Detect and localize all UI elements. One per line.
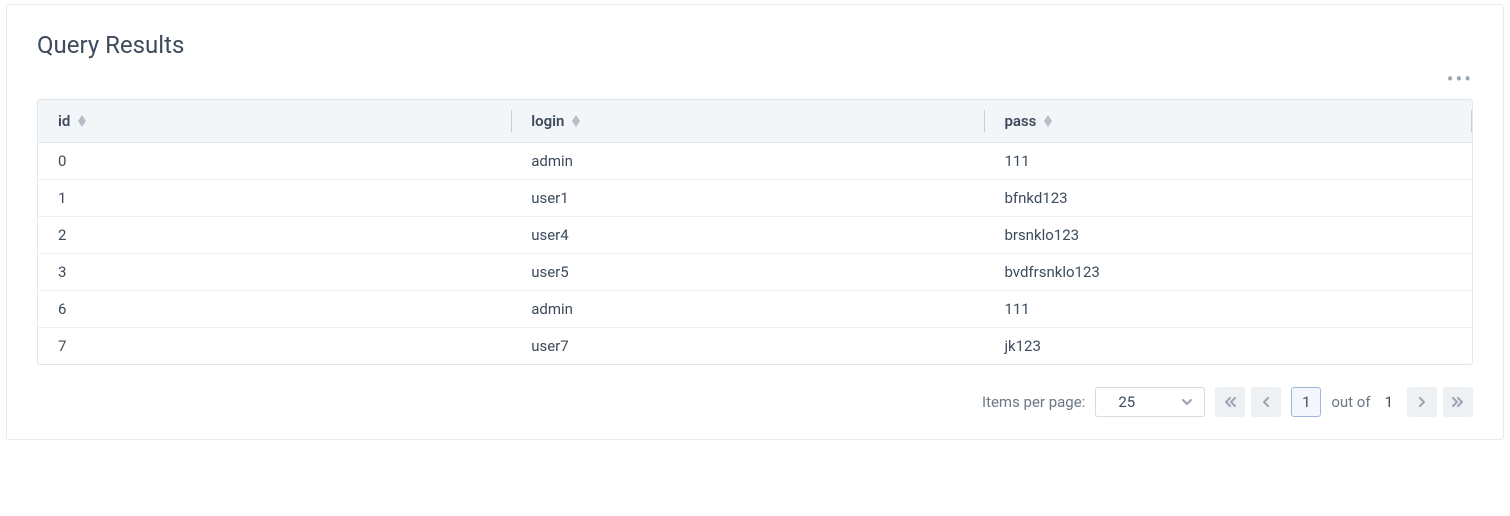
query-results-panel: Query Results ••• id <box>6 4 1504 440</box>
cell-id: 3 <box>38 254 511 291</box>
table-row: 1user1bfnkd123 <box>38 180 1472 217</box>
results-table: id login <box>38 100 1472 364</box>
chevron-right-icon <box>1416 395 1428 409</box>
cell-pass: bvdfrsnklo123 <box>984 254 1472 291</box>
table-row: 0admin111 <box>38 143 1472 180</box>
chevron-left-icon <box>1260 395 1272 409</box>
pagination: Items per page: 25 1 out of 1 <box>7 387 1473 417</box>
cell-id: 2 <box>38 217 511 254</box>
panel-actions-row: ••• <box>7 69 1503 89</box>
table-row: 7user7jk123 <box>38 328 1472 365</box>
cell-login: user1 <box>511 180 984 217</box>
cell-pass: 111 <box>984 143 1472 180</box>
items-per-page-select[interactable]: 25 <box>1095 387 1205 417</box>
table-row: 2user4brsnklo123 <box>38 217 1472 254</box>
items-per-page-label: Items per page: <box>982 393 1085 411</box>
sort-icon <box>1044 115 1052 127</box>
column-header-pass[interactable]: pass <box>984 100 1472 143</box>
cell-id: 6 <box>38 291 511 328</box>
column-label: id <box>58 112 70 130</box>
column-header-id[interactable]: id <box>38 100 511 143</box>
cell-pass: jk123 <box>984 328 1472 365</box>
last-page-button[interactable] <box>1443 387 1473 417</box>
cell-id: 0 <box>38 143 511 180</box>
cell-login: user4 <box>511 217 984 254</box>
cell-login: user5 <box>511 254 984 291</box>
prev-page-button[interactable] <box>1251 387 1281 417</box>
more-icon[interactable]: ••• <box>1447 69 1473 89</box>
table-row: 3user5bvdfrsnklo123 <box>38 254 1472 291</box>
items-per-page-value: 25 <box>1118 393 1135 411</box>
cell-pass: brsnklo123 <box>984 217 1472 254</box>
sort-icon <box>572 115 580 127</box>
cell-login: admin <box>511 291 984 328</box>
cell-id: 7 <box>38 328 511 365</box>
first-page-button[interactable] <box>1215 387 1245 417</box>
chevron-down-icon <box>1180 395 1194 409</box>
next-page-button[interactable] <box>1407 387 1437 417</box>
column-header-login[interactable]: login <box>511 100 984 143</box>
current-page[interactable]: 1 <box>1291 387 1321 417</box>
chevron-double-right-icon <box>1451 395 1465 409</box>
cell-pass: bfnkd123 <box>984 180 1472 217</box>
panel-title: Query Results <box>7 5 1503 59</box>
sort-icon <box>78 115 86 127</box>
cell-login: admin <box>511 143 984 180</box>
column-label: pass <box>1004 112 1036 130</box>
table-row: 6admin111 <box>38 291 1472 328</box>
out-of-label: out of <box>1331 393 1370 411</box>
cell-login: user7 <box>511 328 984 365</box>
chevron-double-left-icon <box>1223 395 1237 409</box>
total-pages: 1 <box>1381 393 1397 411</box>
cell-pass: 111 <box>984 291 1472 328</box>
cell-id: 1 <box>38 180 511 217</box>
column-label: login <box>531 112 564 130</box>
results-table-wrap: id login <box>37 99 1473 365</box>
